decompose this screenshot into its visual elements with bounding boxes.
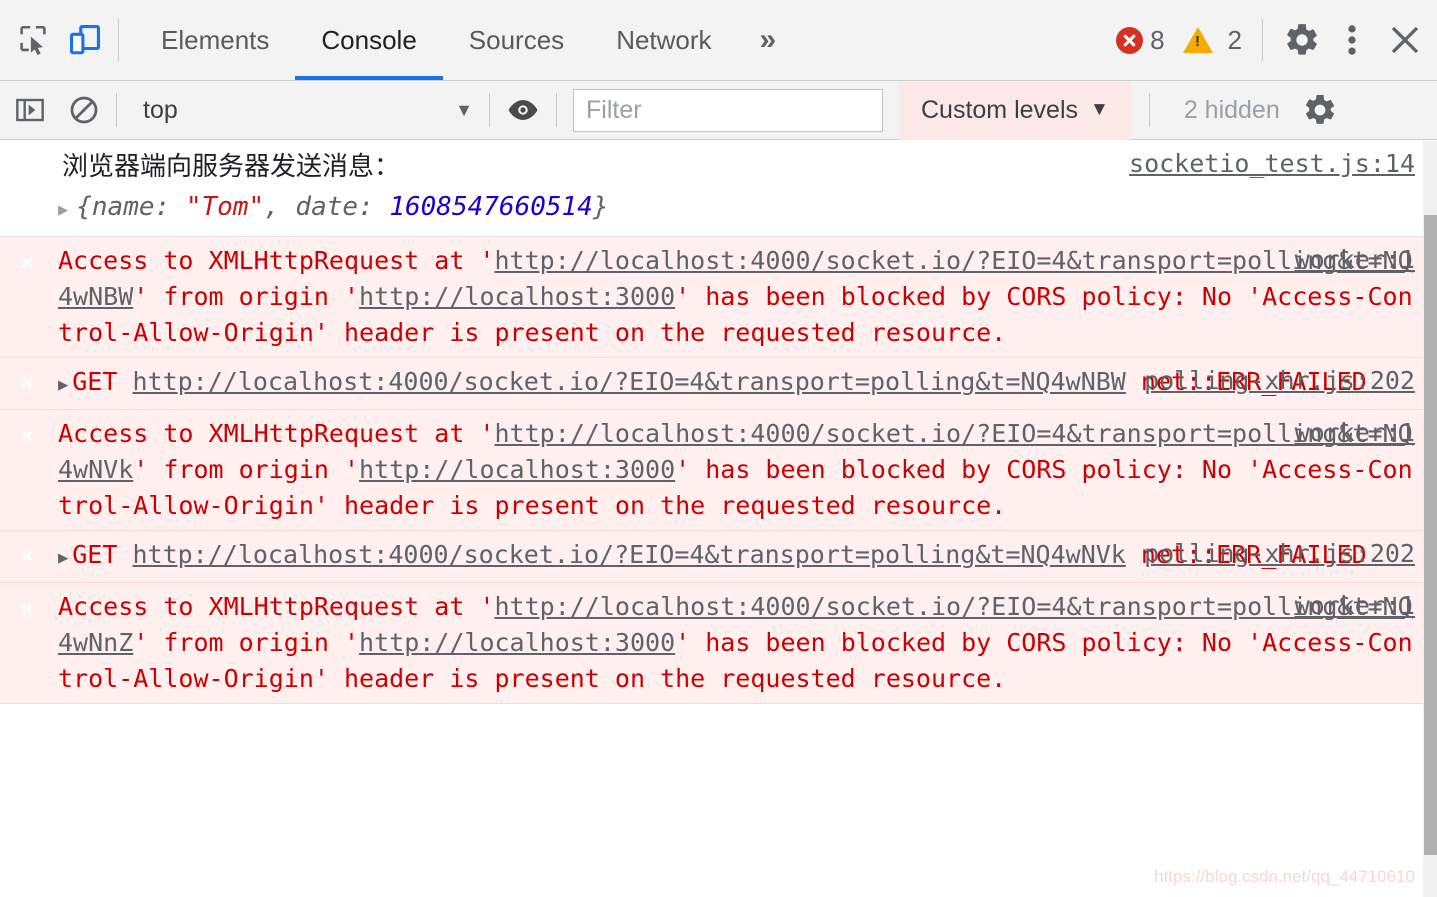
chevron-down-icon: ▼ (455, 99, 473, 120)
error-origin[interactable]: http://localhost:3000 (359, 282, 675, 311)
console-filter-bar: top ▼ Filter Custom levels ▼ 2 hidden (0, 80, 1437, 140)
source-link[interactable]: worker:1 (1295, 418, 1415, 447)
error-mid: ' from origin ' (133, 282, 360, 311)
tab-elements[interactable]: Elements (135, 0, 295, 80)
issue-counts: 8 2 (1116, 25, 1242, 56)
tab-console-label: Console (321, 24, 417, 55)
error-count-label: 8 (1150, 24, 1165, 55)
object-suffix: } (592, 192, 609, 222)
source-link[interactable]: worker:1 (1295, 245, 1415, 274)
console-settings-gear-icon[interactable] (1302, 92, 1338, 128)
devtools-tabbar: Elements Console Sources Network » 8 2 (0, 0, 1437, 81)
scrollbar-thumb[interactable] (1424, 215, 1437, 855)
tab-elements-label: Elements (161, 24, 270, 55)
source-link[interactable]: socketio_test.js:14 (1129, 149, 1415, 178)
filter-input[interactable]: Filter (573, 88, 883, 132)
error-url[interactable]: http://localhost:4000/socket.io/?EIO=4&t… (132, 367, 1125, 396)
filter-placeholder: Filter (586, 95, 642, 124)
log-object-preview[interactable]: ▶ {name: "Tom", date: 1608547660514} (58, 187, 1419, 230)
tab-network[interactable]: Network (590, 0, 737, 80)
http-method: GET (72, 540, 118, 569)
log-levels-label: Custom levels (921, 95, 1078, 124)
console-scrollbar[interactable] (1423, 141, 1437, 897)
error-pre: Access to XMLHttpRequest at ' (58, 246, 495, 275)
warning-triangle-icon (1182, 27, 1213, 53)
object-number-value: 1608547660514 (389, 192, 593, 222)
execution-context-selector[interactable]: top ▼ (133, 96, 473, 125)
object-string-value: "Tom" (185, 192, 265, 222)
source-link[interactable]: worker:1 (1295, 591, 1415, 620)
object-mid: , date: (264, 192, 390, 222)
inspect-element-icon[interactable] (16, 23, 50, 57)
chevron-down-icon: ▼ (1090, 99, 1109, 120)
hidden-messages-label: 2 hidden (1183, 95, 1280, 124)
tab-sources-label: Sources (468, 24, 565, 55)
log-levels-dropdown[interactable]: Custom levels ▼ (899, 80, 1131, 140)
console-sidebar-icon[interactable] (14, 94, 46, 126)
expand-triangle-icon[interactable]: ▶ (58, 190, 68, 230)
error-origin[interactable]: http://localhost:3000 (359, 455, 675, 484)
error-message-text: Access to XMLHttpRequest at ' http://loca… (58, 589, 1419, 697)
error-circle-icon (1116, 26, 1144, 54)
filterbar-divider-1 (116, 93, 117, 127)
device-toolbar-icon[interactable] (68, 23, 102, 57)
console-message-error[interactable]: Access to XMLHttpRequest at ' http://loca… (0, 410, 1437, 531)
warning-count-item[interactable]: 2 (1182, 24, 1242, 56)
error-mid: ' from origin ' (133, 628, 360, 657)
tabbar-right-divider (1262, 19, 1263, 61)
console-message-error[interactable]: ▶ GET http://localhost:4000/socket.io/?EI… (0, 358, 1437, 410)
source-link[interactable]: polling-xhr.js:202 (1144, 539, 1415, 568)
object-prefix: {name: (76, 192, 186, 222)
error-pre: Access to XMLHttpRequest at ' (58, 419, 495, 448)
more-tabs-glyph: » (759, 23, 777, 56)
execution-context-value: top (143, 95, 178, 124)
tabbar-divider (118, 18, 119, 62)
tab-sources[interactable]: Sources (443, 0, 590, 80)
error-mid: ' from origin ' (133, 455, 360, 484)
console-message-error[interactable]: Access to XMLHttpRequest at ' http://loca… (0, 583, 1437, 704)
console-message-error[interactable]: ▶ GET http://localhost:4000/socket.io/?EI… (0, 531, 1437, 583)
live-expression-icon[interactable] (506, 93, 540, 127)
expand-triangle-icon[interactable]: ▶ (58, 540, 68, 576)
error-pre: Access to XMLHttpRequest at ' (58, 592, 495, 621)
filterbar-divider-3 (556, 93, 557, 127)
source-link[interactable]: polling-xhr.js:202 (1144, 366, 1415, 395)
console-message-log[interactable]: 浏览器端向服务器发送消息： ▶ {name: "Tom", date: 16085… (0, 141, 1437, 237)
more-tabs-icon[interactable]: » (738, 0, 794, 80)
gear-icon[interactable] (1283, 21, 1321, 59)
console-message-error[interactable]: Access to XMLHttpRequest at ' http://loca… (0, 237, 1437, 358)
tabbar-right-icons: 8 2 (1116, 0, 1437, 80)
close-icon[interactable] (1387, 22, 1423, 58)
warning-count-label: 2 (1227, 24, 1242, 55)
console-output[interactable]: 浏览器端向服务器发送消息： ▶ {name: "Tom", date: 16085… (0, 141, 1437, 897)
error-url[interactable]: http://localhost:4000/socket.io/?EIO=4&t… (132, 540, 1125, 569)
error-message-text: Access to XMLHttpRequest at ' http://loca… (58, 243, 1419, 351)
error-message-text: Access to XMLHttpRequest at ' http://loca… (58, 416, 1419, 524)
filterbar-divider-4 (1148, 93, 1150, 127)
tab-console[interactable]: Console (295, 0, 444, 80)
error-count-item[interactable]: 8 (1116, 24, 1165, 56)
http-method: GET (72, 367, 118, 396)
clear-console-icon[interactable] (68, 94, 100, 126)
tabs-list: Elements Console Sources Network » (135, 0, 793, 80)
devtools-window: Elements Console Sources Network » 8 2 (0, 0, 1437, 897)
filterbar-divider-2 (489, 93, 490, 127)
tab-network-label: Network (616, 24, 712, 55)
tabbar-left-icons (0, 0, 102, 80)
error-origin[interactable]: http://localhost:3000 (359, 628, 675, 657)
kebab-menu-icon[interactable] (1347, 21, 1357, 59)
expand-triangle-icon[interactable]: ▶ (58, 367, 68, 403)
